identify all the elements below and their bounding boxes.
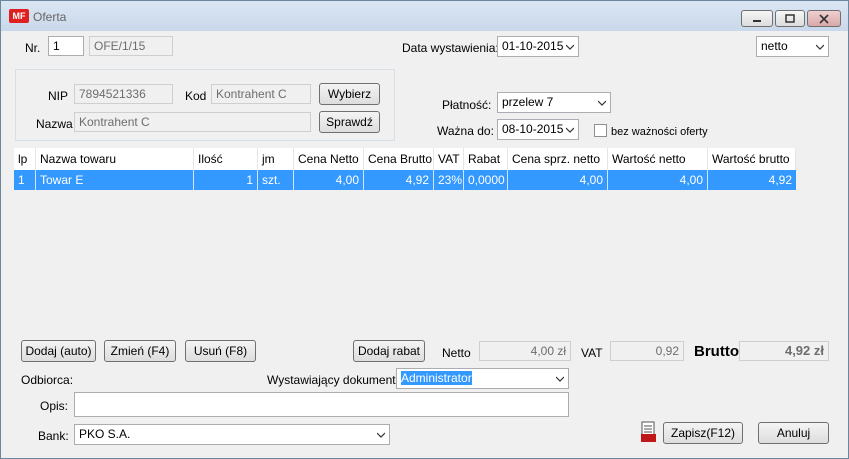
select-contractor-button[interactable]: Wybierz [319,83,380,105]
app-logo-icon: MF [9,9,29,23]
payment-select[interactable]: przelew 7 [497,92,611,113]
cell-name: Towar E [36,170,194,190]
date-label: Data wystawienia: [402,41,499,55]
column-header-name[interactable]: Nazwa towaru [36,148,194,170]
check-contractor-button[interactable]: Sprawdź [319,111,380,133]
column-header-vat[interactable]: VAT [434,148,464,170]
column-header-qty[interactable]: Ilość [194,148,258,170]
valid-until-value: 08-10-2015 [502,122,564,136]
cancel-button[interactable]: Anuluj [758,422,829,444]
vat-total-field: 0,92 [610,341,684,361]
document-print-icon[interactable] [640,421,658,443]
kod-label: Kod [185,89,207,103]
description-label: Opis: [40,399,69,413]
cell-discount: 0,0000 [464,170,508,190]
edit-button[interactable]: Zmień (F4) [104,340,176,362]
kod-field: Kontrahent C [211,84,311,104]
cell-net-price: 4,00 [294,170,364,190]
title-bar[interactable]: MF Oferta [1,1,848,31]
cell-qty: 1 [194,170,258,190]
payment-label: Płatność: [442,98,492,112]
no-expiry-checkbox[interactable] [594,124,607,137]
bank-value: PKO S.A. [79,427,131,441]
payment-value: przelew 7 [502,95,554,109]
cell-vat: 23% [434,170,464,190]
column-header-discount[interactable]: Rabat [464,148,508,170]
cell-gross-value: 4,92 [768,173,792,187]
recipient-label: Odbiorca: [21,373,74,387]
cell-sale-net-price: 4,00 [508,170,608,190]
column-header-gross-value[interactable]: Wartość brutto [708,148,796,170]
save-button[interactable]: Zapisz(F12) [663,422,743,444]
table-row[interactable]: 1 Towar E 1 szt. 4,00 4,92 23% 0,0000 4,… [14,170,796,190]
add-auto-button[interactable]: Dodaj (auto) [21,340,96,362]
column-header-sale-net-price[interactable]: Cena sprz. netto [508,148,608,170]
nr-input[interactable]: 1 [48,36,84,56]
price-mode-select[interactable]: netto [756,36,829,57]
date-picker[interactable]: 01-10-2015 [497,36,579,57]
vat-label: VAT [581,346,603,360]
cell-gross-price: 4,92 [364,170,434,190]
chevron-down-icon [598,100,606,106]
chevron-down-icon [566,44,574,50]
nr-label: Nr. [25,41,41,55]
valid-until-picker[interactable]: 08-10-2015 [497,119,579,140]
cell-lp: 1 [14,170,36,190]
maximize-button[interactable] [775,10,805,27]
window-title: Oferta [33,10,67,24]
cell-net-value: 4,00 [608,170,708,190]
nip-field: 7894521336 [74,84,173,104]
items-table[interactable]: lp Nazwa towaru Ilość jm Cena Netto Cena… [14,148,796,192]
bank-select[interactable]: PKO S.A. [74,424,390,445]
column-header-net-value[interactable]: Wartość netto [608,148,708,170]
cell-unit: szt. [258,170,294,190]
close-button[interactable] [807,10,841,27]
issuer-value: Administrator [401,371,472,385]
valid-until-label: Ważna do: [437,124,494,138]
minimize-button[interactable] [741,10,773,27]
delete-button[interactable]: Usuń (F8) [185,340,256,362]
chevron-down-icon [377,432,385,438]
brutto-total-field: 4,92 zł [739,341,829,361]
chevron-down-icon [566,127,574,133]
offer-window: MF Oferta Nr. 1 OFE/1/15 Data wystawieni… [0,0,849,459]
date-value: 01-10-2015 [502,39,564,53]
netto-total-field: 4,00 zł [479,341,571,361]
minimize-icon [753,19,761,22]
column-header-gross-price[interactable]: Cena Brutto [364,148,434,170]
price-mode-value: netto [761,39,788,53]
no-expiry-label: bez ważności oferty [611,126,708,138]
doc-number-field: OFE/1/15 [89,36,173,56]
maximize-icon [785,14,795,23]
netto-label: Netto [442,346,471,360]
description-input[interactable] [74,392,569,417]
column-header-lp[interactable]: lp [14,148,36,170]
nazwa-field: Kontrahent C [74,112,311,132]
add-discount-button[interactable]: Dodaj rabat [353,340,425,362]
column-header-unit[interactable]: jm [258,148,294,170]
issuer-select[interactable]: Administrator [396,368,569,389]
close-icon [819,13,829,24]
column-header-net-price[interactable]: Cena Netto [294,148,364,170]
bank-label: Bank: [38,429,69,443]
brutto-label: Brutto [694,343,739,360]
chevron-down-icon [556,376,564,382]
issuer-label: Wystawiający dokument: [267,373,399,387]
nazwa-label: Nazwa [36,117,73,131]
chevron-down-icon [816,44,824,50]
nip-label: NIP [48,89,69,103]
